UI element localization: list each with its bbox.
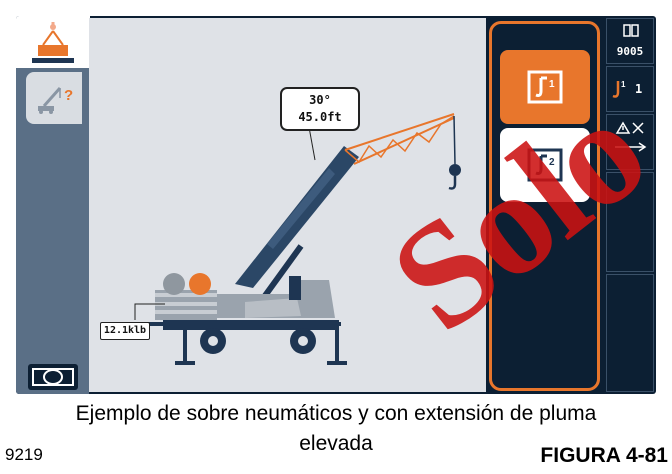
counter-icon — [623, 24, 639, 37]
figure-caption-line1: Ejemplo de sobre neumáticos y con extens… — [75, 402, 597, 425]
lift-view-tab[interactable] — [16, 16, 90, 68]
crane-carrier — [141, 273, 347, 365]
svg-text:1: 1 — [621, 80, 626, 89]
boom-length: 45.0ft — [298, 110, 342, 124]
camera-view-icon — [32, 368, 74, 386]
figure-number: FIGURA 4-81 — [540, 444, 668, 467]
hook-status-button[interactable]: 1 1 — [606, 66, 654, 112]
hook-status-icon: 1 — [612, 80, 626, 98]
svg-text:?: ? — [64, 87, 73, 104]
empty-slot-2 — [606, 274, 654, 392]
crane-help-icon: ? — [38, 87, 73, 114]
left-sidebar: ? — [16, 16, 90, 394]
lift-hook-icon — [32, 22, 74, 63]
figure-id: 9219 — [5, 445, 43, 464]
load-weight-label: 12.1klb — [100, 322, 150, 340]
counter-value: 9005 — [616, 45, 644, 58]
boom-readout: 30° 45.0ft — [280, 87, 360, 131]
counter-button[interactable]: 9005 — [606, 18, 654, 64]
jib-extension — [344, 113, 455, 165]
boom-angle: 30° — [309, 93, 331, 107]
hook-status-value: 1 — [635, 82, 643, 96]
camera-view-button[interactable] — [28, 364, 78, 390]
crane-help-button[interactable]: ? — [26, 72, 82, 124]
